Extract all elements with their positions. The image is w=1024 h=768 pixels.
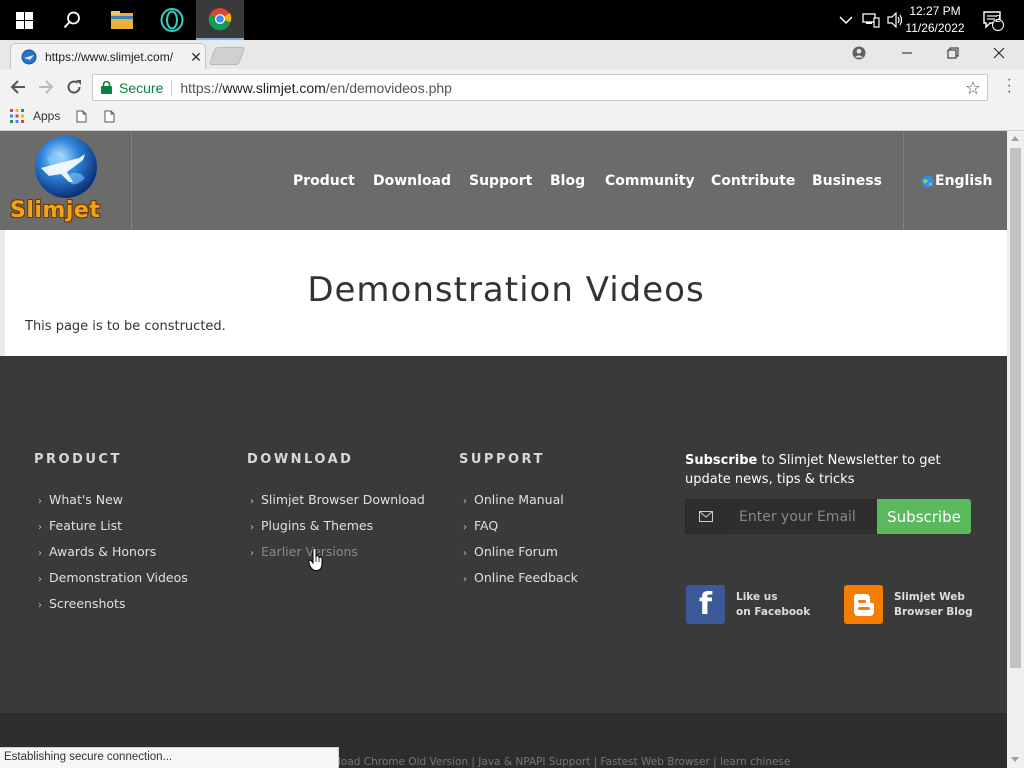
nav-item-blog[interactable]: Blog: [550, 173, 585, 189]
footer-link-browser-download[interactable]: › Slimjet Browser Download: [250, 492, 425, 507]
windows-taskbar: 12:27 PM 11/26/2022 2: [0, 0, 1024, 40]
slimjet-favicon-icon: [21, 49, 37, 65]
newsletter-form: Subscribe: [685, 499, 972, 534]
network-icon[interactable]: [862, 0, 880, 40]
newsletter-text: Subscribe to Slimjet Newsletter to get u…: [685, 451, 985, 489]
footer-link-awards[interactable]: › Awards & Honors: [38, 544, 156, 559]
language-selector[interactable]: English: [903, 131, 1007, 230]
language-label: English: [935, 173, 993, 189]
subscribe-button[interactable]: Subscribe: [877, 499, 971, 534]
status-bubble: Establishing secure connection...: [0, 747, 339, 768]
clock-time: 12:27 PM: [909, 4, 961, 18]
facebook-icon: f: [686, 585, 725, 624]
footer-heading-support: SUPPORT: [459, 452, 545, 467]
profile-icon[interactable]: [836, 40, 882, 66]
blog-line2: Browser Blog: [894, 605, 973, 618]
footer-link-demonstration-videos[interactable]: › Demonstration Videos: [38, 570, 188, 585]
tray-chevron-icon[interactable]: [838, 0, 854, 40]
chrome-taskbar-icon[interactable]: [196, 0, 244, 40]
browser-tab-active[interactable]: https://www.slimjet.com/ ✕: [10, 43, 206, 70]
scroll-up-arrow-icon[interactable]: [1011, 136, 1019, 141]
logo-text: Slimjet: [10, 198, 101, 223]
bookmark-page-icon[interactable]: [76, 110, 87, 123]
windows-start-icon[interactable]: [0, 0, 48, 40]
opera-icon[interactable]: [148, 0, 196, 40]
notification-count: 2: [995, 14, 1001, 25]
footer-link-feature-list[interactable]: › Feature List: [38, 518, 122, 533]
nav-item-contribute[interactable]: Contribute: [711, 173, 795, 189]
facebook-line2: on Facebook: [736, 605, 811, 618]
scroll-down-arrow-icon[interactable]: [1011, 757, 1019, 762]
bookmarks-bar: Apps: [0, 105, 1024, 131]
restore-button[interactable]: [930, 40, 976, 66]
blog-link[interactable]: Slimjet Web Browser Blog: [844, 585, 973, 624]
bookmark-page-icon[interactable]: [104, 110, 115, 123]
nav-item-download[interactable]: Download: [373, 173, 451, 189]
tab-close-icon[interactable]: ✕: [187, 49, 205, 66]
globe-icon: [921, 175, 934, 188]
facebook-line1: Like us: [736, 590, 778, 603]
footer-link-online-feedback[interactable]: › Online Feedback: [463, 570, 578, 585]
file-explorer-icon[interactable]: [98, 0, 146, 40]
email-input[interactable]: [727, 499, 877, 534]
close-window-button[interactable]: [976, 40, 1022, 66]
bookmark-star-icon[interactable]: ☆: [965, 78, 981, 99]
minimize-button[interactable]: [884, 40, 930, 66]
nav-item-product[interactable]: Product: [293, 173, 355, 189]
slimjet-logo[interactable]: Slimjet: [0, 131, 132, 230]
page-title: Demonstration Videos: [307, 270, 705, 310]
facebook-link[interactable]: f Like us on Facebook: [686, 585, 810, 624]
lock-icon: [101, 81, 112, 94]
apps-label: Apps: [33, 109, 61, 123]
hand-cursor-icon: [308, 548, 323, 571]
url-scheme: https://: [180, 79, 223, 96]
secure-label: Secure: [119, 79, 173, 96]
site-footer: PRODUCT › What's New › Feature List › Award…: [0, 356, 1007, 713]
forward-arrow-icon[interactable]: [34, 75, 58, 99]
mail-icon: [685, 499, 727, 534]
browser-toolbar: Secure https://www.slimjet.com/en/demovi…: [0, 69, 1024, 105]
blog-line1: Slimjet Web: [894, 590, 965, 603]
apps-grid-icon: [10, 109, 24, 123]
nav-item-community[interactable]: Community: [605, 173, 695, 189]
web-page: Slimjet Product Download Support Blog Co…: [0, 131, 1007, 768]
url-host: www.slimjet.com: [222, 79, 326, 96]
clock-date: 11/26/2022: [905, 21, 965, 35]
tab-title: https://www.slimjet.com/: [45, 50, 174, 64]
page-content: Demonstration Videos This page is to be …: [0, 230, 1007, 356]
search-icon[interactable]: [48, 0, 96, 40]
nav-item-support[interactable]: Support: [469, 173, 532, 189]
footer-link-whats-new[interactable]: › What's New: [38, 492, 123, 507]
newsletter-bold: Subscribe: [685, 453, 758, 468]
footer-heading-download: DOWNLOAD: [247, 452, 354, 467]
address-bar[interactable]: Secure https://www.slimjet.com/en/demovi…: [92, 74, 988, 101]
footer-link-faq[interactable]: › FAQ: [463, 518, 498, 533]
reload-icon[interactable]: [62, 75, 86, 99]
nav-item-business[interactable]: Business: [812, 173, 882, 189]
blogger-icon: [844, 585, 883, 624]
url-path: /en/demovideos.php: [325, 79, 452, 96]
footer-heading-product: PRODUCT: [34, 452, 122, 467]
url-text: https://www.slimjet.com/en/demovideos.ph…: [180, 80, 452, 96]
apps-bookmark[interactable]: Apps: [10, 109, 60, 123]
new-tab-button[interactable]: [208, 47, 246, 65]
globe-logo-icon: [35, 136, 97, 198]
back-arrow-icon[interactable]: [6, 75, 30, 99]
scroll-thumb[interactable]: [1010, 148, 1021, 668]
notification-center-icon[interactable]: 2: [982, 0, 1004, 40]
system-clock[interactable]: 12:27 PM 11/26/2022: [900, 3, 970, 37]
chrome-menu-icon[interactable]: · · ·: [1007, 72, 1012, 100]
footer-link-online-manual[interactable]: › Online Manual: [463, 492, 564, 507]
page-note: This page is to be constructed.: [25, 319, 226, 334]
footer-link-earlier-versions[interactable]: › Earlier Versions: [250, 544, 358, 559]
site-header: Slimjet Product Download Support Blog Co…: [0, 131, 1007, 230]
footer-link-online-forum[interactable]: › Online Forum: [463, 544, 558, 559]
bottom-links[interactable]: load Chrome Old Version | Java & NPAPI S…: [338, 756, 790, 768]
page-scrollbar[interactable]: [1007, 131, 1024, 768]
footer-link-plugins-themes[interactable]: › Plugins & Themes: [250, 518, 373, 533]
footer-link-screenshots[interactable]: › Screenshots: [38, 596, 125, 611]
